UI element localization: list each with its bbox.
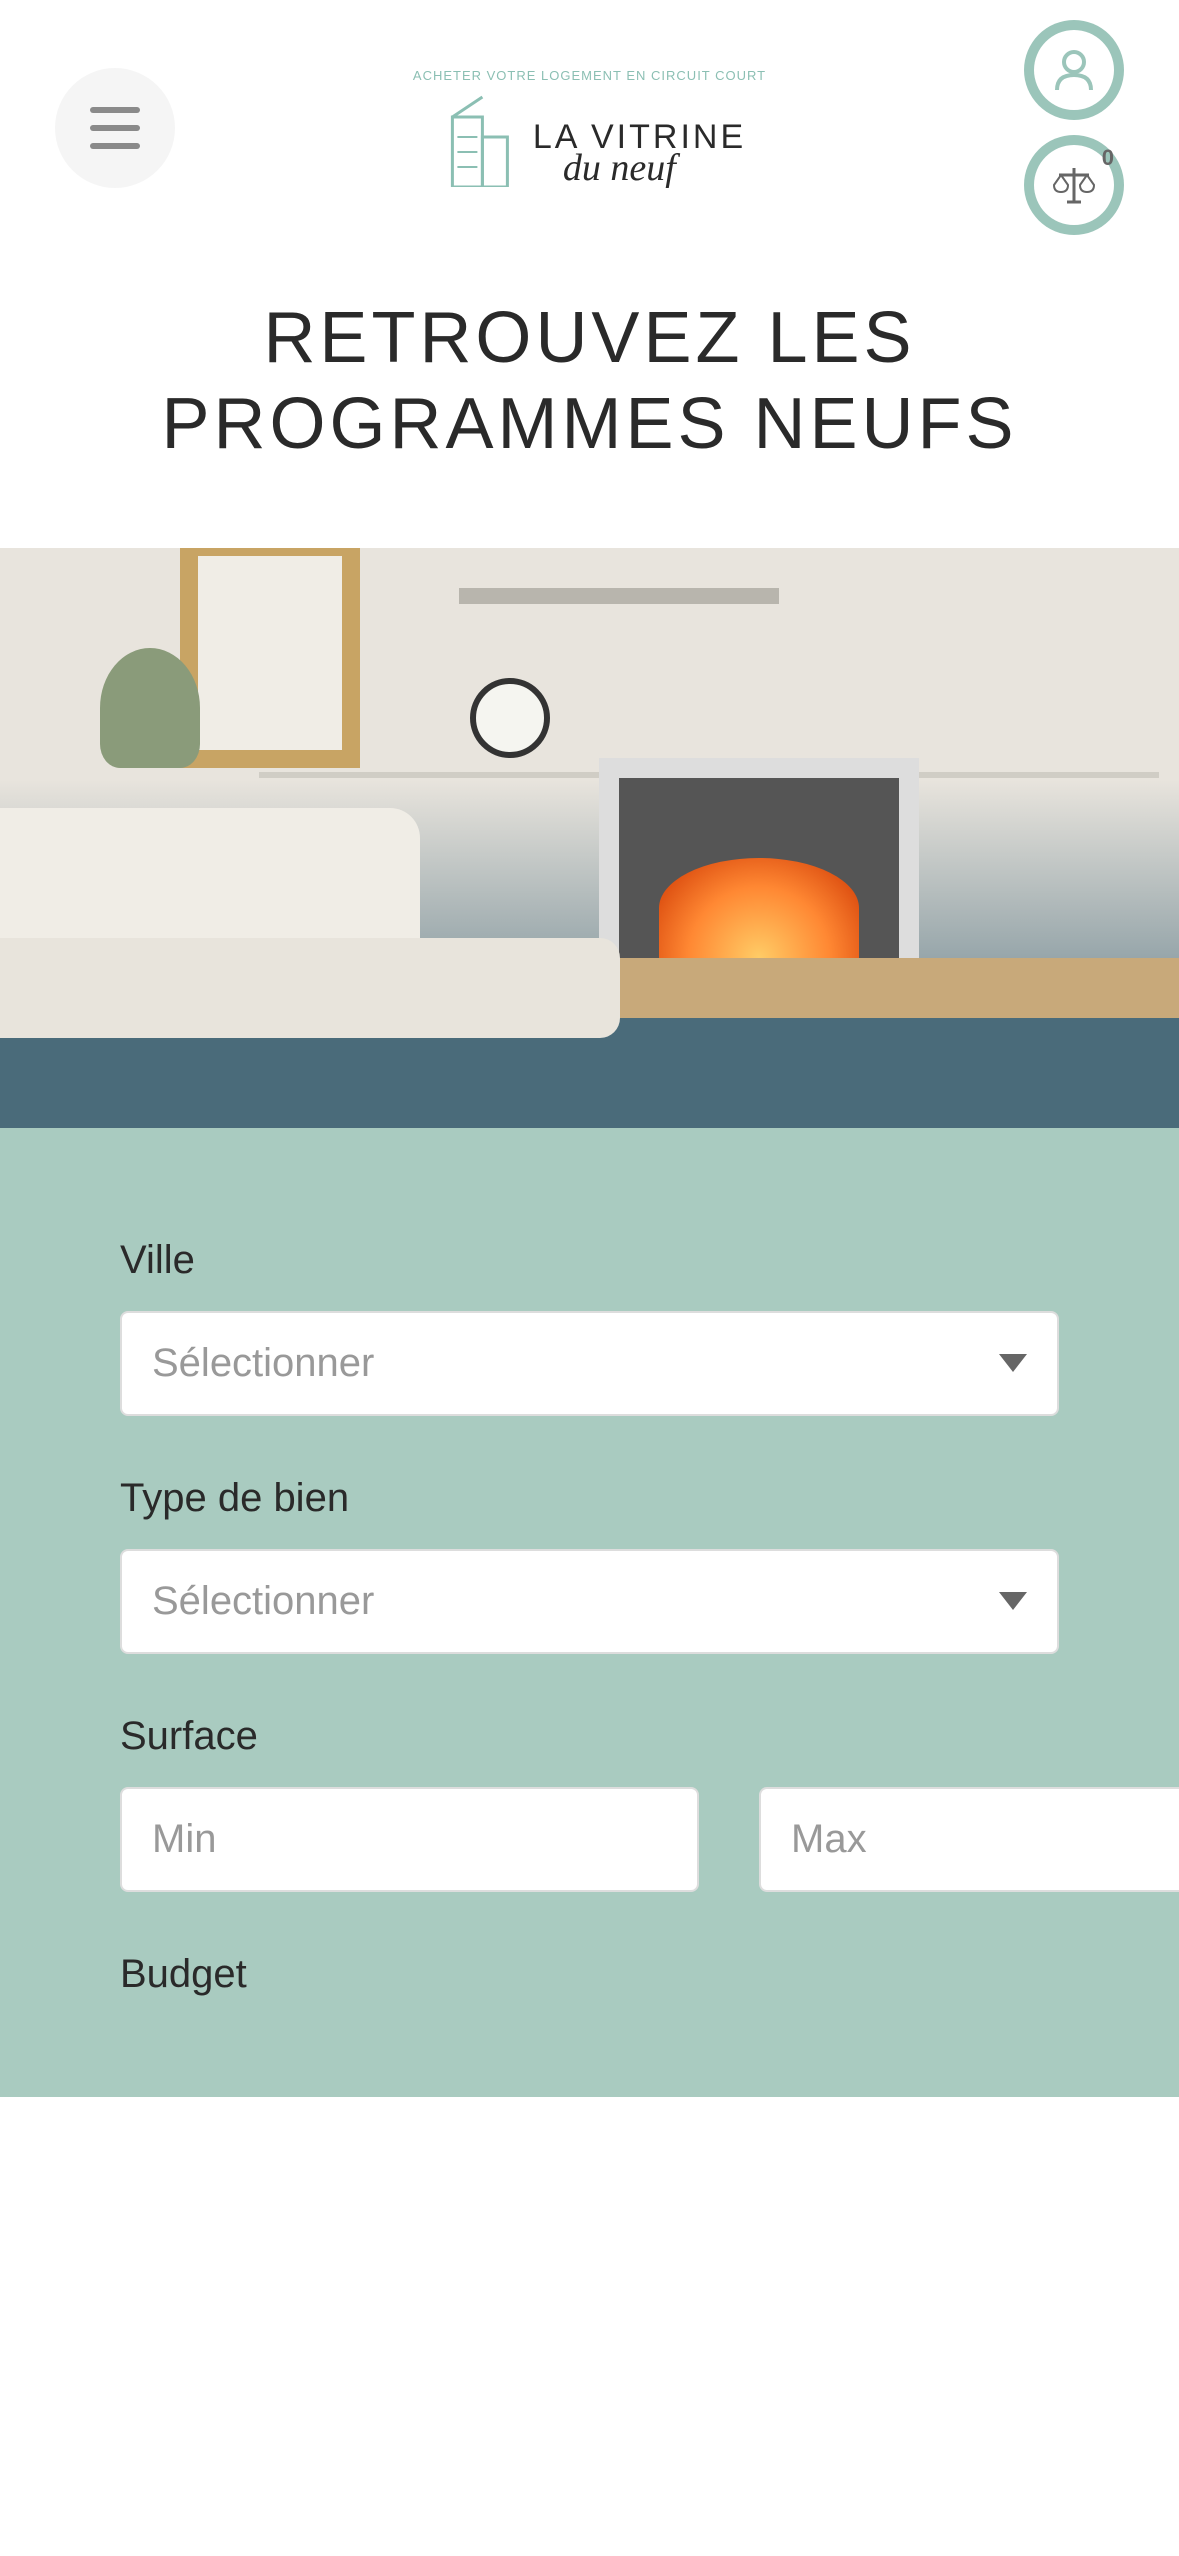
logo[interactable]: ACHETER VOTRE LOGEMENT EN CIRCUIT COURT … xyxy=(413,68,766,187)
hero-decor xyxy=(180,548,360,768)
form-group-ville: Ville Sélectionner xyxy=(120,1238,1059,1416)
form-group-surface: Surface xyxy=(120,1714,1059,1892)
header: ACHETER VOTRE LOGEMENT EN CIRCUIT COURT … xyxy=(0,0,1179,255)
hero-decor xyxy=(0,938,620,1038)
page-title: RETROUVEZ LES PROGRAMMES NEUFS xyxy=(0,255,1179,548)
budget-label: Budget xyxy=(120,1952,1059,1997)
user-icon xyxy=(1049,45,1099,95)
form-group-type: Type de bien Sélectionner xyxy=(120,1476,1059,1654)
hero-decor xyxy=(100,648,200,768)
logo-main: LA VITRINE du neuf xyxy=(433,87,746,187)
surface-min-input[interactable] xyxy=(120,1787,699,1892)
type-placeholder: Sélectionner xyxy=(152,1579,374,1624)
search-panel: Ville Sélectionner Type de bien Sélectio… xyxy=(0,1128,1179,2097)
hero-image xyxy=(0,548,1179,1128)
ville-label: Ville xyxy=(120,1238,1059,1283)
building-icon xyxy=(433,87,523,187)
account-icon-wrapper xyxy=(1034,30,1114,110)
hero-decor xyxy=(470,678,550,758)
logo-text-bottom: du neuf xyxy=(563,149,746,187)
hamburger-line xyxy=(90,125,140,131)
hero-decor xyxy=(599,758,919,978)
ville-placeholder: Sélectionner xyxy=(152,1341,374,1386)
hamburger-line xyxy=(90,143,140,149)
surface-label: Surface xyxy=(120,1714,1059,1759)
ville-select[interactable]: Sélectionner xyxy=(120,1311,1059,1416)
menu-button[interactable] xyxy=(55,68,175,188)
surface-max-input[interactable] xyxy=(759,1787,1179,1892)
chevron-down-icon xyxy=(999,1592,1027,1610)
hero-decor xyxy=(459,588,779,604)
type-label: Type de bien xyxy=(120,1476,1059,1521)
hero-decor xyxy=(0,808,640,1088)
account-button[interactable] xyxy=(1024,20,1124,120)
logo-tagline: ACHETER VOTRE LOGEMENT EN CIRCUIT COURT xyxy=(413,68,766,83)
header-actions: 0 xyxy=(1024,20,1124,235)
type-select[interactable]: Sélectionner xyxy=(120,1549,1059,1654)
compare-button[interactable]: 0 xyxy=(1024,135,1124,235)
surface-inputs xyxy=(120,1787,1059,1892)
scale-icon xyxy=(1049,160,1099,210)
hero-decor xyxy=(659,858,859,958)
chevron-down-icon xyxy=(999,1354,1027,1372)
logo-text: LA VITRINE du neuf xyxy=(533,120,746,187)
compare-badge: 0 xyxy=(1102,145,1114,171)
form-group-budget: Budget xyxy=(120,1952,1059,1997)
hamburger-line xyxy=(90,107,140,113)
